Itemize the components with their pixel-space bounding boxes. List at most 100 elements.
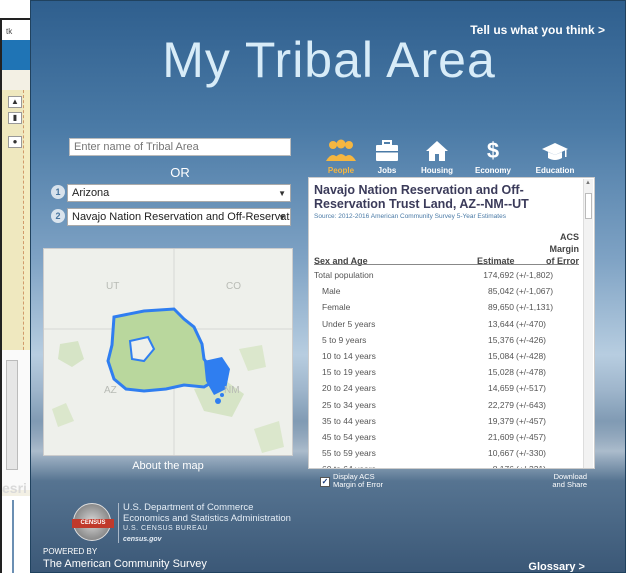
seal-ribbon: CENSUS xyxy=(72,519,114,528)
step-2-badge: 2 xyxy=(51,209,65,223)
row-label: Female xyxy=(322,302,351,313)
column-header-moe-1: ACS xyxy=(559,232,579,242)
row-estimate: 15,084 xyxy=(488,351,514,361)
row-moe: (+/-1,067) xyxy=(516,286,554,297)
tribal-area-select-value: Navajo Nation Reservation and Off-Reserv… xyxy=(72,211,291,223)
layers-icon[interactable]: ▲ xyxy=(8,96,22,108)
table-row: 10 to 14 years 15,084 (+/-428) xyxy=(309,348,584,364)
table-row: 25 to 34 years 22,279 (+/-643) xyxy=(309,397,584,413)
column-header-moe-2: Margin xyxy=(549,244,579,254)
row-moe: (+/-457) xyxy=(516,432,546,442)
map-label-az: AZ xyxy=(104,385,117,396)
dept-name: U.S. Department of Commerce xyxy=(123,502,254,513)
house-icon xyxy=(407,139,467,165)
trash-icon[interactable]: ▮ xyxy=(8,112,22,124)
dollar-icon: $ xyxy=(486,138,500,163)
graduation-cap-icon xyxy=(525,139,585,165)
state-select[interactable]: Arizona ▼ xyxy=(67,184,291,202)
row-estimate: 19,379 xyxy=(488,415,514,426)
tab-label: Housing xyxy=(421,166,453,175)
state-select-value: Arizona xyxy=(72,187,110,199)
row-moe: (+/-1,802) xyxy=(516,270,554,280)
row-label: Total population xyxy=(314,270,374,280)
agency-divider xyxy=(118,503,119,543)
row-estimate: 21,609 xyxy=(488,432,514,442)
row-label: Under 5 years xyxy=(322,318,376,329)
map-label-nm: NM xyxy=(224,385,240,396)
acs-label: The American Community Survey xyxy=(43,558,207,570)
row-estimate: 14,659 xyxy=(488,383,514,394)
tab-economy[interactable]: $ Economy xyxy=(463,138,523,176)
panel-scrollbar[interactable]: ▲ xyxy=(583,179,593,468)
scroll-thumb[interactable] xyxy=(585,193,592,219)
table-row: 20 to 24 years 14,659 (+/-517) xyxy=(309,380,584,396)
row-moe: (+/-331) xyxy=(516,464,546,468)
row-label: 15 to 19 years xyxy=(322,367,376,378)
row-label: 20 to 24 years xyxy=(322,383,376,394)
table-row: Male 85,042 (+/-1,067) xyxy=(309,283,584,299)
row-estimate: 8,176 xyxy=(493,464,514,468)
row-estimate: 174,692 xyxy=(483,270,514,280)
display-moe-checkbox[interactable]: ✓ xyxy=(320,477,330,487)
tab-housing[interactable]: Housing xyxy=(407,139,467,175)
row-moe: (+/-428) xyxy=(516,351,546,361)
row-moe: (+/-457) xyxy=(516,415,546,426)
table-row: Under 5 years 13,644 (+/-470) xyxy=(309,316,584,332)
row-estimate: 85,042 xyxy=(488,286,514,297)
header-divider xyxy=(314,264,579,265)
table-row: 5 to 9 years 15,376 (+/-426) xyxy=(309,332,584,348)
powered-by-label: POWERED BY xyxy=(43,547,98,556)
download-share-link[interactable]: Download and Share xyxy=(531,473,587,489)
row-moe: (+/-470) xyxy=(516,318,546,329)
row-estimate: 15,028 xyxy=(488,367,514,378)
background-map-region xyxy=(2,90,24,370)
or-label: OR xyxy=(170,165,190,180)
tab-education[interactable]: Education xyxy=(525,139,585,175)
background-divider xyxy=(12,500,14,573)
row-estimate: 15,376 xyxy=(488,334,514,345)
map-canvas[interactable]: UT CO AZ NM xyxy=(44,249,293,456)
row-label: 35 to 44 years xyxy=(322,415,376,426)
census-site[interactable]: census.gov xyxy=(123,535,291,546)
about-map-link[interactable]: About the map xyxy=(43,460,293,472)
column-header-moe-3: of Error xyxy=(545,256,579,266)
data-panel: Navajo Nation Reservation and Off-Reserv… xyxy=(308,177,595,469)
tribal-area-select[interactable]: Navajo Nation Reservation and Off-Reserv… xyxy=(67,208,291,226)
column-header-estimate: Estimate xyxy=(477,256,515,266)
census-seal-logo: CENSUS xyxy=(72,503,114,541)
row-label: 5 to 9 years xyxy=(322,334,367,345)
esri-watermark: esri xyxy=(2,480,27,496)
panel-title: Navajo Nation Reservation and Off-Reserv… xyxy=(314,183,529,211)
row-moe: (+/-426) xyxy=(516,334,546,345)
row-label: 25 to 34 years xyxy=(322,399,376,410)
step-1-badge: 1 xyxy=(51,185,65,199)
my-tribal-area-app: Tell us what you think > My Tribal Area … xyxy=(30,0,626,573)
map-label-ut: UT xyxy=(106,281,119,292)
tab-label: Education xyxy=(535,166,575,175)
panel-source: Source: 2012-2016 American Community Sur… xyxy=(314,213,506,220)
map-label-co: CO xyxy=(226,281,241,292)
tribal-area-map[interactable]: UT CO AZ NM xyxy=(43,248,293,456)
row-label: Male xyxy=(322,286,341,297)
table-row: 15 to 19 years 15,028 (+/-478) xyxy=(309,364,584,380)
row-moe: (+/-643) xyxy=(516,399,546,410)
scroll-up-icon[interactable]: ▲ xyxy=(585,180,591,186)
column-header-label: Sex and Age xyxy=(314,256,368,266)
display-moe-label[interactable]: Display ACS Margin of Error xyxy=(333,473,393,489)
row-label: 60 to 64 years xyxy=(322,464,376,468)
table-row: 45 to 54 years 21,609 (+/-457) xyxy=(309,429,584,445)
admin-name: Economics and Statistics Administration xyxy=(123,512,291,524)
row-estimate: 22,279 xyxy=(488,399,514,410)
table-row: 55 to 59 years 10,667 (+/-330) xyxy=(309,445,584,461)
row-label: 55 to 59 years xyxy=(322,448,376,459)
background-window-title: tk xyxy=(6,27,13,36)
glossary-link[interactable]: Glossary > xyxy=(528,561,585,572)
tribal-area-search-input[interactable] xyxy=(69,138,291,156)
row-label: 45 to 54 years xyxy=(322,432,376,442)
bureau-name: U.S. CENSUS BUREAU xyxy=(123,525,208,532)
chevron-down-icon: ▼ xyxy=(278,189,286,198)
row-estimate: 13,644 xyxy=(488,318,514,329)
eye-icon[interactable]: ● xyxy=(8,136,22,148)
row-moe: (+/-517) xyxy=(516,383,546,394)
background-scrollbar[interactable] xyxy=(6,360,18,470)
